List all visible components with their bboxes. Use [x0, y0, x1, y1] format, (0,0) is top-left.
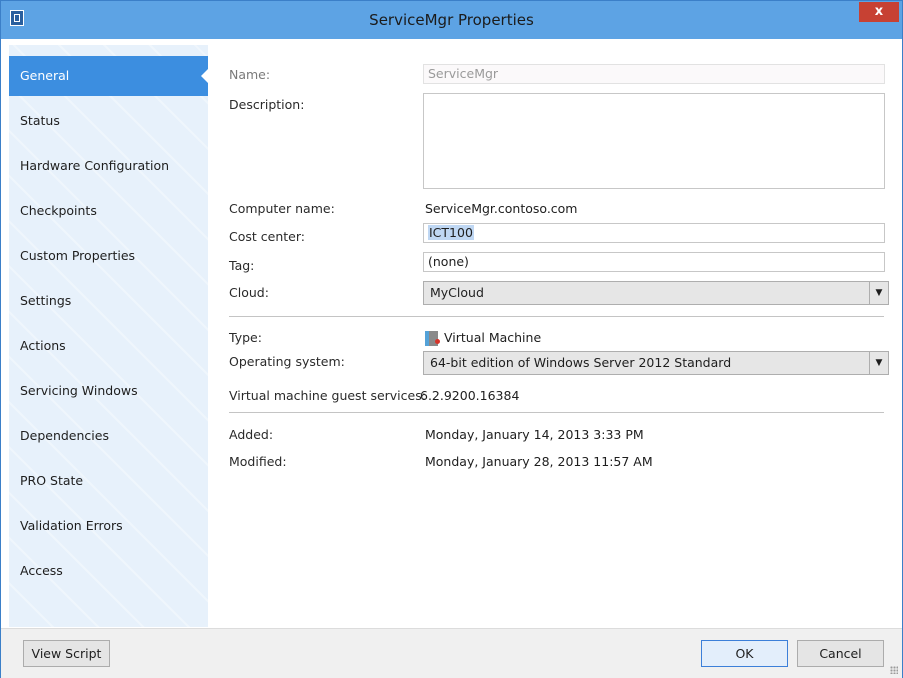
ok-button[interactable]: OK — [701, 640, 788, 667]
os-select[interactable]: 64-bit edition of Windows Server 2012 St… — [423, 351, 889, 375]
added-value: Monday, January 14, 2013 3:33 PM — [425, 427, 644, 442]
sidebar-item-dependencies[interactable]: Dependencies — [9, 416, 208, 456]
sidebar-item-general[interactable]: General — [9, 56, 209, 96]
cloud-label: Cloud: — [229, 285, 269, 300]
virtual-machine-icon — [425, 331, 440, 346]
sidebar-item-pro-state[interactable]: PRO State — [9, 461, 208, 501]
type-value: Virtual Machine — [444, 330, 542, 345]
type-label: Type: — [229, 330, 262, 345]
sidebar: General Status Hardware Configuration Ch… — [9, 45, 209, 627]
modified-label: Modified: — [229, 454, 287, 469]
footer-bar: View Script OK Cancel — [1, 628, 902, 678]
cost-center-label: Cost center: — [229, 229, 305, 244]
view-script-button[interactable]: View Script — [23, 640, 110, 667]
properties-dialog: ServiceMgr Properties x General Status H… — [0, 0, 903, 678]
added-label: Added: — [229, 427, 274, 442]
description-label: Description: — [229, 97, 305, 112]
cloud-select[interactable]: MyCloud ▼ — [423, 281, 889, 305]
sidebar-item-settings[interactable]: Settings — [9, 281, 208, 321]
sidebar-item-hardware-configuration[interactable]: Hardware Configuration — [9, 146, 208, 186]
sidebar-item-status[interactable]: Status — [9, 101, 208, 141]
tag-field[interactable]: (none) — [423, 252, 885, 272]
resize-grip-icon[interactable] — [890, 666, 898, 674]
chevron-down-icon: ▼ — [869, 352, 888, 374]
name-field: ServiceMgr — [423, 64, 885, 84]
guest-services-value: 6.2.9200.16384 — [420, 388, 520, 403]
cost-center-field[interactable]: ICT100 — [423, 223, 885, 243]
tag-label: Tag: — [229, 258, 255, 273]
computer-name-value: ServiceMgr.contoso.com — [425, 201, 578, 216]
description-field[interactable] — [423, 93, 885, 189]
sidebar-item-validation-errors[interactable]: Validation Errors — [9, 506, 208, 546]
os-label: Operating system: — [229, 354, 345, 369]
general-panel: Name: ServiceMgr Description: Computer n… — [208, 45, 898, 627]
cancel-button[interactable]: Cancel — [797, 640, 884, 667]
chevron-down-icon: ▼ — [869, 282, 888, 304]
divider — [229, 412, 884, 413]
sidebar-item-servicing-windows[interactable]: Servicing Windows — [9, 371, 208, 411]
name-label: Name: — [229, 67, 271, 82]
sidebar-item-access[interactable]: Access — [9, 551, 208, 591]
cloud-value: MyCloud — [430, 285, 484, 300]
window-title: ServiceMgr Properties — [369, 11, 534, 29]
modified-value: Monday, January 28, 2013 11:57 AM — [425, 454, 653, 469]
sidebar-item-checkpoints[interactable]: Checkpoints — [9, 191, 208, 231]
computer-name-label: Computer name: — [229, 201, 335, 216]
divider — [229, 316, 884, 317]
title-bar[interactable]: ServiceMgr Properties x — [1, 1, 902, 39]
sidebar-item-actions[interactable]: Actions — [9, 326, 208, 366]
cost-center-value: ICT100 — [428, 225, 474, 240]
os-value: 64-bit edition of Windows Server 2012 St… — [430, 355, 732, 370]
close-button[interactable]: x — [859, 2, 899, 22]
sidebar-item-custom-properties[interactable]: Custom Properties — [9, 236, 208, 276]
guest-services-label: Virtual machine guest services: — [229, 388, 426, 403]
